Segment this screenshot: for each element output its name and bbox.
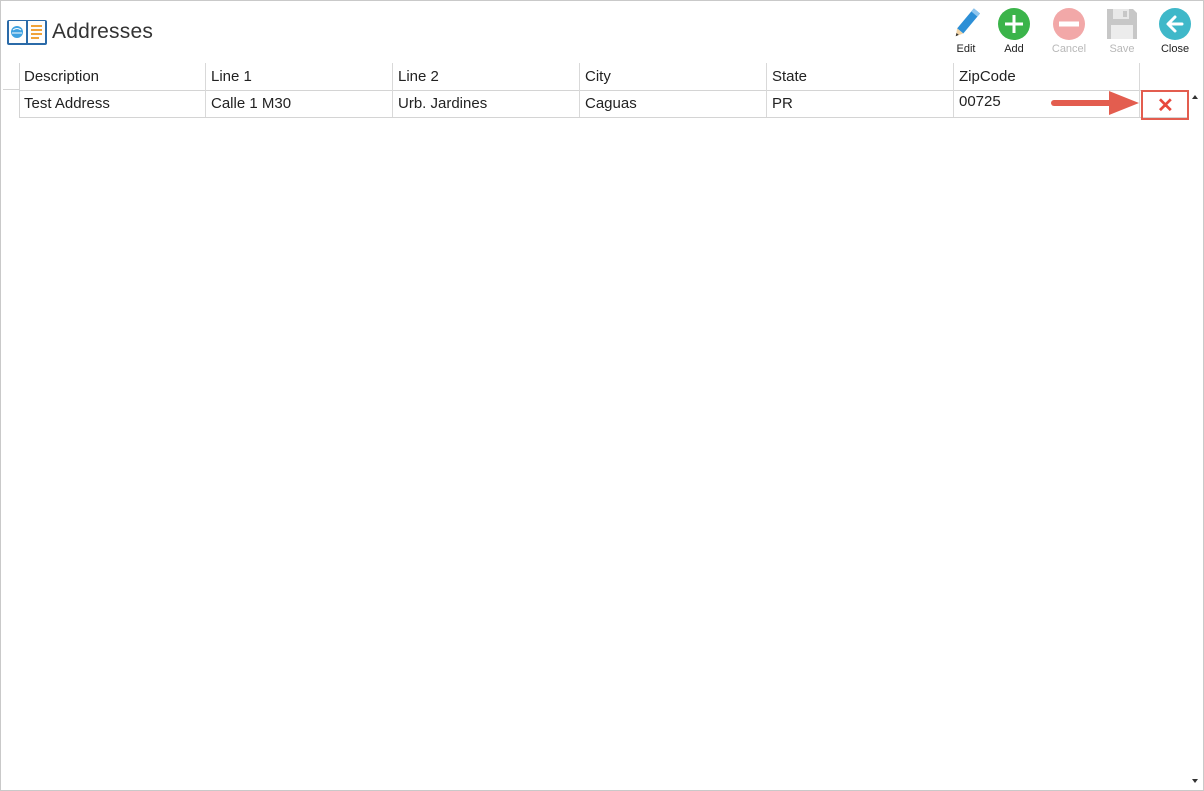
page-title: Addresses	[52, 20, 154, 43]
close-button[interactable]: Close	[1150, 5, 1200, 59]
floppy-disk-icon	[1107, 9, 1137, 39]
column-header-actions	[1140, 63, 1188, 90]
address-book-icon	[7, 20, 47, 45]
minus-circle-icon	[1053, 8, 1085, 40]
column-header-description[interactable]: Description	[19, 63, 206, 90]
addresses-window: Addresses Edit Add Cancel Save Close Des…	[0, 0, 1204, 791]
cancel-button[interactable]: Cancel	[1044, 5, 1094, 59]
edit-button[interactable]: Edit	[941, 5, 991, 59]
cell-state[interactable]: PR	[767, 90, 954, 117]
plus-circle-icon	[998, 8, 1030, 40]
row-selector-gutter	[3, 63, 20, 117]
table-row[interactable]: Test Address Calle 1 M30 Urb. Jardines C…	[19, 90, 1188, 118]
delete-x-icon: ✕	[1157, 95, 1174, 117]
cell-city[interactable]: Caguas	[580, 90, 767, 117]
column-header-city[interactable]: City	[580, 63, 767, 90]
back-arrow-icon	[1159, 8, 1191, 40]
add-label: Add	[1004, 43, 1024, 55]
edit-label: Edit	[956, 43, 976, 55]
pencil-icon	[955, 8, 980, 37]
close-label: Close	[1160, 43, 1190, 55]
column-header-line2[interactable]: Line 2	[393, 63, 580, 90]
title-bar: Addresses Edit Add Cancel Save Close	[1, 1, 1203, 63]
column-header-zipcode[interactable]: ZipCode	[954, 63, 1140, 90]
add-button[interactable]: Add	[989, 5, 1039, 59]
gutter-divider	[3, 89, 19, 90]
scroll-down-arrow-icon[interactable]	[1189, 775, 1201, 787]
grid-header-row: Description Line 1 Line 2 City State Zip…	[19, 63, 1188, 91]
delete-row-button[interactable]: ✕	[1141, 90, 1189, 120]
annotation-arrow-icon	[1051, 91, 1139, 115]
scroll-up-arrow-icon[interactable]	[1189, 91, 1201, 103]
addresses-grid: Description Line 1 Line 2 City State Zip…	[19, 63, 1188, 118]
cell-line1[interactable]: Calle 1 M30	[206, 90, 393, 117]
cell-line2[interactable]: Urb. Jardines	[393, 90, 580, 117]
cancel-label: Cancel	[1051, 43, 1087, 55]
column-header-state[interactable]: State	[767, 63, 954, 90]
column-header-line1[interactable]: Line 1	[206, 63, 393, 90]
cell-description[interactable]: Test Address	[19, 90, 206, 117]
save-button[interactable]: Save	[1097, 5, 1147, 59]
save-label: Save	[1109, 43, 1135, 55]
